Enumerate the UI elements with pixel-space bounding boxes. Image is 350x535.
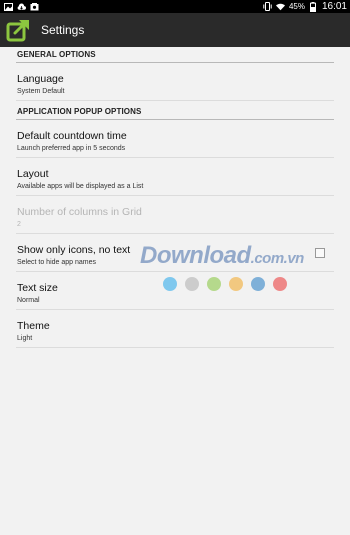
watermark-dot: [207, 277, 221, 291]
status-right: 45% 16:01: [263, 1, 347, 12]
watermark-text: Download: [140, 242, 251, 269]
page-title: Settings: [41, 23, 85, 37]
pref-summary: Available apps will be displayed as a Li…: [17, 183, 144, 190]
pref-title: Show only icons, no text: [17, 244, 131, 256]
pref-summary: Light: [17, 335, 33, 342]
watermark-domain: .com.vn: [250, 250, 305, 267]
watermark-dot: [273, 277, 287, 291]
watermark-dot: [229, 277, 243, 291]
pref-summary: Select to hide app names: [17, 259, 96, 266]
pref-theme[interactable]: Theme Light: [16, 310, 334, 348]
watermark-dot: [163, 277, 177, 291]
pref-title: Default countdown time: [17, 130, 127, 142]
watermark-dot: [251, 277, 265, 291]
pref-title: Language: [17, 73, 64, 85]
phone-vibrate-icon: [263, 2, 272, 11]
settings-list: GENERAL OPTIONS Language System Default …: [0, 47, 350, 348]
pref-countdown-time[interactable]: Default countdown time Launch preferred …: [16, 120, 334, 158]
pref-title: Layout: [17, 168, 49, 180]
action-bar: Settings: [0, 13, 350, 47]
clock: 16:01: [321, 1, 347, 12]
pref-summary: Normal: [17, 297, 40, 304]
pref-language[interactable]: Language System Default: [16, 63, 334, 101]
image-icon: [4, 2, 13, 11]
section-header-general: GENERAL OPTIONS: [16, 47, 334, 63]
section-header-popup: APPLICATION POPUP OPTIONS: [16, 101, 334, 120]
watermark-dot: [185, 277, 199, 291]
watermark-dots: [163, 277, 287, 291]
pref-title: Text size: [17, 282, 58, 294]
launch-app-icon[interactable]: [6, 17, 32, 43]
pref-title: Theme: [17, 320, 50, 332]
status-left-icons: [4, 2, 39, 11]
battery-percent: 45%: [288, 2, 305, 11]
pref-layout[interactable]: Layout Available apps will be displayed …: [16, 158, 334, 196]
battery-icon: [309, 1, 318, 12]
pref-summary: System Default: [17, 88, 65, 95]
icons-only-checkbox[interactable]: [315, 248, 325, 258]
wifi-icon: [275, 3, 285, 11]
cloud-icon: [17, 2, 26, 11]
pref-grid-columns: Number of columns in Grid 2: [16, 196, 334, 234]
pref-title: Number of columns in Grid: [17, 206, 142, 218]
pref-summary: Launch preferred app in 5 seconds: [17, 145, 126, 152]
pref-summary: 2: [17, 221, 21, 228]
sync-icon: [30, 2, 39, 11]
status-bar: 45% 16:01: [0, 0, 350, 13]
watermark-logo: Download.com.vn: [140, 242, 304, 270]
